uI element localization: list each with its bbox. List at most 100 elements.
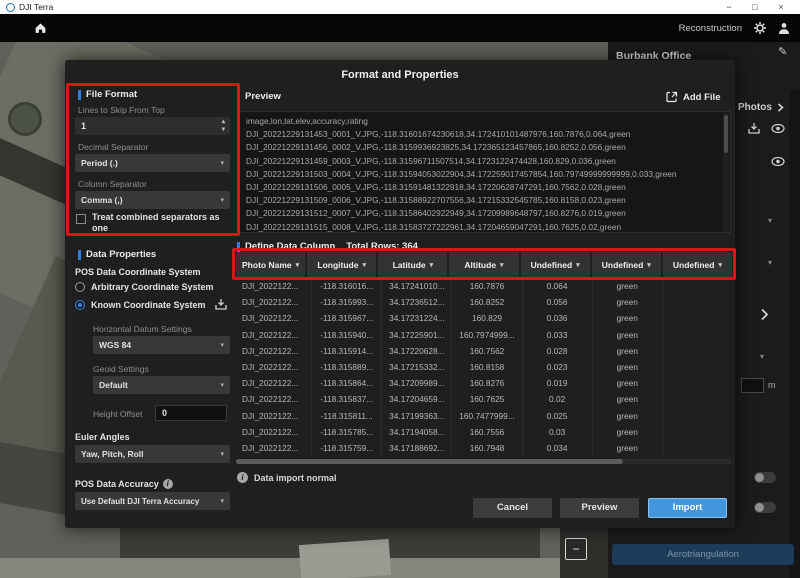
table-cell: DJI_2022122... bbox=[236, 440, 312, 456]
table-cell: -118.315967... bbox=[312, 310, 382, 326]
import-button[interactable]: Import bbox=[648, 498, 727, 518]
column-header-label: Altitude bbox=[464, 260, 496, 270]
table-cell: 0.019 bbox=[523, 375, 593, 391]
preview-scrollbar[interactable] bbox=[723, 113, 729, 233]
table-cell: 160.7625 bbox=[452, 391, 522, 407]
caret-down-icon: ▾ bbox=[220, 497, 224, 505]
table-cell: DJI_2022122... bbox=[236, 391, 312, 407]
table-cell: 0.034 bbox=[523, 440, 593, 456]
table-cell: green bbox=[593, 391, 663, 407]
home-icon[interactable] bbox=[34, 22, 47, 34]
preview-line: DJI_20221229131509_0006_V.JPG,-118.31588… bbox=[246, 194, 722, 207]
preview-scrollbar-thumb[interactable] bbox=[724, 115, 728, 153]
decimal-separator-dropdown[interactable]: Period (.) ▾ bbox=[75, 154, 230, 172]
column-separator-label: Column Separator bbox=[78, 179, 147, 189]
maximize-button[interactable]: □ bbox=[742, 0, 768, 14]
table-cell: green bbox=[593, 359, 663, 375]
table-row: DJI_2022122...-118.315914...34.17220628.… bbox=[236, 343, 732, 359]
close-button[interactable]: × bbox=[768, 0, 794, 14]
table-cell: 34.17241010... bbox=[382, 278, 452, 294]
table-row: DJI_2022122...-118.315811...34.17199363.… bbox=[236, 408, 732, 424]
table-cell: 0.064 bbox=[523, 278, 593, 294]
toggle-knob bbox=[755, 473, 764, 482]
column-header-dropdown[interactable]: Latitude▾ bbox=[378, 252, 447, 277]
horizontal-datum-dropdown[interactable]: WGS 84 ▾ bbox=[93, 336, 230, 354]
table-cell: 160.7876 bbox=[452, 278, 522, 294]
table-cell: -118.315811... bbox=[312, 408, 382, 424]
radio-unselected-icon bbox=[75, 282, 85, 292]
table-scrollbar-thumb[interactable] bbox=[236, 459, 623, 464]
add-file-icon bbox=[666, 91, 678, 103]
table-cell: 34.17194058... bbox=[382, 424, 452, 440]
dropdown-caret-icon[interactable]: ▾ bbox=[760, 352, 764, 361]
table-horizontal-scrollbar[interactable] bbox=[236, 459, 732, 464]
table-cell: 34.17231224... bbox=[382, 310, 452, 326]
visibility-eye-icon[interactable] bbox=[771, 124, 785, 133]
table-cell: DJI_2022122... bbox=[236, 294, 312, 310]
table-cell: -118.315785... bbox=[312, 424, 382, 440]
dropdown-caret-icon[interactable]: ▾ bbox=[768, 258, 772, 267]
user-account-icon[interactable] bbox=[778, 22, 790, 34]
table-cell: 0.023 bbox=[523, 359, 593, 375]
table-cell bbox=[663, 359, 732, 375]
table-cell: 160.7556 bbox=[452, 424, 522, 440]
combined-separators-checkbox[interactable] bbox=[76, 214, 86, 224]
table-row: DJI_2022122...-118.316016...34.17241010.… bbox=[236, 278, 732, 294]
arbitrary-coordinate-radio[interactable]: Arbitrary Coordinate System bbox=[75, 282, 214, 292]
map-tree bbox=[8, 102, 42, 136]
geoid-settings-dropdown[interactable]: Default ▾ bbox=[93, 376, 230, 394]
table-cell: green bbox=[593, 424, 663, 440]
app-window: DJI Terra − □ × Reconstruction − bbox=[0, 0, 800, 578]
column-header-dropdown[interactable]: Undefined▾ bbox=[663, 252, 732, 277]
table-cell bbox=[663, 343, 732, 359]
table-cell bbox=[663, 278, 732, 294]
caret-down-icon: ▾ bbox=[220, 196, 224, 204]
table-cell: green bbox=[593, 278, 663, 294]
euler-angles-dropdown[interactable]: Yaw, Pitch, Roll ▾ bbox=[75, 445, 230, 463]
import-coordinate-icon[interactable] bbox=[215, 298, 227, 310]
table-cell: green bbox=[593, 440, 663, 456]
table-cell: -118.315759... bbox=[312, 440, 382, 456]
csv-preview-box[interactable]: image,lon,lat,elev,accuracy,ratingDJI_20… bbox=[237, 111, 731, 233]
table-cell bbox=[663, 327, 732, 343]
height-offset-input[interactable]: 0 bbox=[155, 405, 227, 421]
info-icon: i bbox=[163, 479, 173, 489]
column-header-dropdown[interactable]: Longitude▾ bbox=[307, 252, 376, 277]
photos-label: Photos bbox=[738, 102, 772, 113]
dropdown-caret-icon[interactable]: ▾ bbox=[768, 216, 772, 225]
column-separator-dropdown[interactable]: Comma (,) ▾ bbox=[75, 191, 230, 209]
edit-project-icon[interactable]: ✎ bbox=[778, 45, 787, 58]
settings-gear-icon[interactable] bbox=[754, 22, 766, 34]
caret-down-icon: ▾ bbox=[220, 341, 224, 349]
table-row: DJI_2022122...-118.315864...34.17209989.… bbox=[236, 375, 732, 391]
visibility-eye-icon[interactable] bbox=[771, 157, 785, 166]
height-offset-label: Height Offset bbox=[93, 409, 142, 419]
caret-down-icon: ▾ bbox=[576, 261, 580, 269]
toggle-switch[interactable] bbox=[754, 502, 776, 513]
preview-section-title: Preview bbox=[237, 91, 281, 102]
pos-accuracy-dropdown[interactable]: Use Default DJI Terra Accuracy ▾ bbox=[75, 492, 230, 510]
column-header-dropdown[interactable]: Undefined▾ bbox=[592, 252, 661, 277]
aerotriangulation-button[interactable]: Aerotriangulation bbox=[612, 544, 794, 565]
height-value-input[interactable] bbox=[741, 378, 764, 393]
column-header-dropdown[interactable]: Undefined▾ bbox=[521, 252, 590, 277]
lines-to-skip-input[interactable]: 1 ▴▾ bbox=[75, 117, 230, 135]
import-photos-icon[interactable] bbox=[748, 122, 760, 134]
toggle-switch[interactable] bbox=[754, 472, 776, 483]
minimize-button[interactable]: − bbox=[716, 0, 742, 14]
table-cell: -118.315864... bbox=[312, 375, 382, 391]
photos-section-toggle[interactable]: Photos bbox=[738, 102, 784, 113]
column-header-dropdown[interactable]: Photo Name▾ bbox=[236, 252, 305, 277]
column-header-dropdown[interactable]: Altitude▾ bbox=[449, 252, 518, 277]
spinner-arrows-icon[interactable]: ▴▾ bbox=[222, 118, 225, 134]
map-zoom-out-button[interactable]: − bbox=[565, 538, 587, 560]
cancel-button[interactable]: Cancel bbox=[473, 498, 552, 518]
table-cell: DJI_2022122... bbox=[236, 359, 312, 375]
expand-chevron-icon[interactable] bbox=[760, 308, 769, 321]
add-file-button[interactable]: Add File bbox=[666, 91, 720, 103]
column-header-label: Longitude bbox=[317, 260, 358, 270]
caret-down-icon: ▾ bbox=[430, 261, 434, 269]
preview-button[interactable]: Preview bbox=[560, 498, 639, 518]
known-coordinate-radio[interactable]: Known Coordinate System bbox=[75, 300, 206, 310]
table-row: DJI_2022122...-118.315889...34.17215332.… bbox=[236, 359, 732, 375]
